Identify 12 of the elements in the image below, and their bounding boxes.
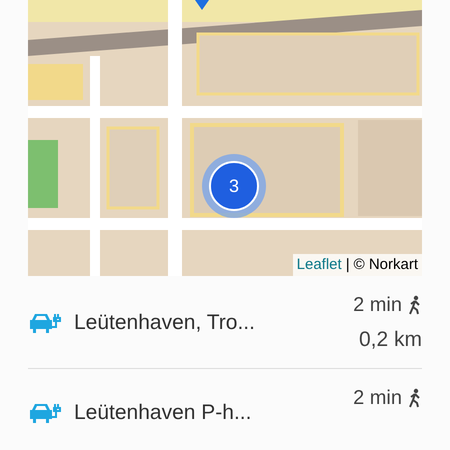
walk-time: 2 min (353, 293, 402, 318)
leaflet-link[interactable]: Leaflet (296, 254, 342, 276)
ev-charging-car-icon (28, 312, 64, 334)
walking-person-icon (408, 388, 422, 408)
attribution-separator: | (346, 254, 350, 274)
walk-time: 2 min (353, 386, 402, 410)
attribution-text: © Norkart (354, 254, 418, 274)
station-name[interactable]: Leütenhaven, Tro... (74, 307, 255, 338)
station-name[interactable]: Leütenhaven P-h... (74, 396, 252, 428)
distance: 0,2 km (358, 327, 422, 353)
ev-charging-car-icon (28, 402, 64, 424)
walking-person-icon (408, 295, 422, 315)
